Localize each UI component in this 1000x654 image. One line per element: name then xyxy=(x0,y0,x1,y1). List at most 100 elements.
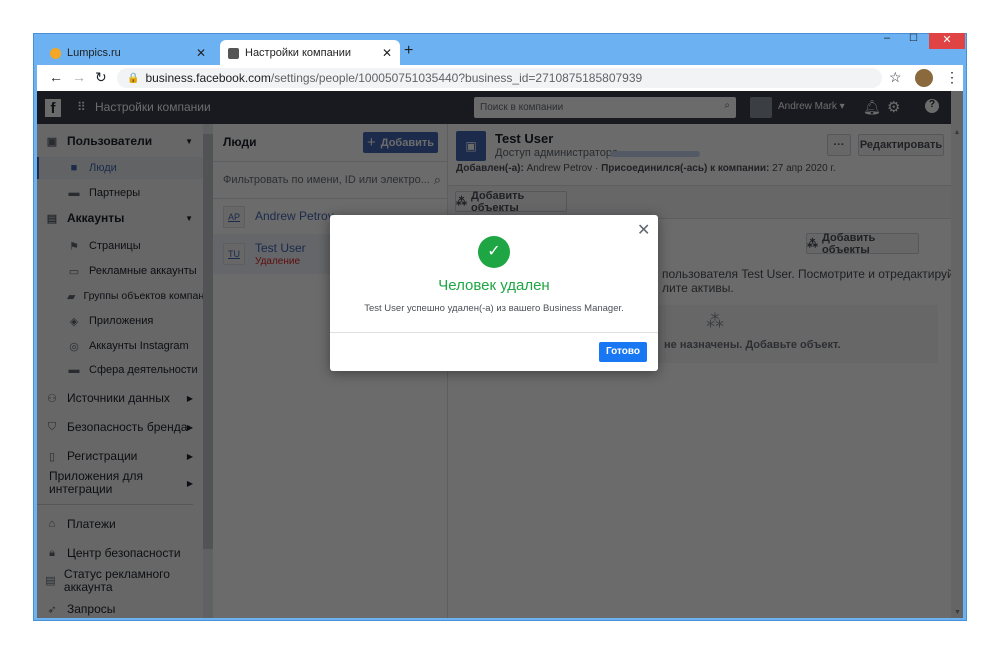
sidebar-group-registrations[interactable]: ▯ Регистрации ▶ xyxy=(37,446,203,466)
user-menu[interactable]: Andrew Mark ▾ xyxy=(778,101,845,112)
label: Добавить объекты xyxy=(471,189,525,214)
user-name: Andrew Mark xyxy=(778,101,837,112)
sidebar-item-ad-accounts[interactable]: ▭ Рекламные аккаунты xyxy=(37,261,203,281)
close-window-button[interactable]: ✕ xyxy=(929,33,965,49)
sidebar-item-people[interactable]: ■ Люди xyxy=(37,157,203,179)
label: Приложения xyxy=(89,315,154,327)
add-person-button[interactable]: + Добавить xyxy=(363,132,438,153)
minimize-button[interactable]: – xyxy=(884,32,890,44)
sidebar-link-ad-account-status[interactable]: ▤ Статус рекламного аккаунта xyxy=(37,567,187,595)
sidebar-group-integrations[interactable]: Приложения для интеграции ▶ xyxy=(37,469,193,497)
add-objects-tab-button[interactable]: ⁂ Добавить объекты xyxy=(455,189,567,214)
address-bar: ← → ↻ 🔒 business.facebook.com/settings/p… xyxy=(37,65,963,91)
sidebar-item-line-of-business[interactable]: ▬ Сфера деятельности xyxy=(37,360,203,380)
lock-icon: 🔒 xyxy=(127,72,140,84)
forward-icon[interactable]: → xyxy=(72,69,86,85)
tab-label: Настройки компании xyxy=(245,47,352,59)
help-icon[interactable]: ? xyxy=(925,99,939,113)
facebook-logo-icon[interactable]: f xyxy=(45,99,61,117)
chevron-right-icon: ▶ xyxy=(186,422,193,432)
sidebar-link-requests[interactable]: ➶ Запросы xyxy=(37,600,203,618)
sidebar-item-instagram[interactable]: ◎ Аккаунты Instagram xyxy=(37,336,203,356)
maximize-button[interactable]: ☐ xyxy=(909,33,918,44)
person-name: Andrew Petrov xyxy=(255,209,334,223)
sidebar-section-users[interactable]: ▣ Пользователи ▼ xyxy=(37,132,203,150)
joined-label: Присоединился(-ась) к компании: xyxy=(601,163,770,174)
added-by-label: Добавлен(-а): xyxy=(456,163,524,174)
divider xyxy=(330,332,658,333)
sidebar-group-data-sources[interactable]: ⚇ Источники данных ▶ xyxy=(37,388,203,408)
close-tab-icon[interactable]: ✕ xyxy=(382,46,392,60)
sidebar-item-pages[interactable]: ⚑ Страницы xyxy=(37,236,203,256)
menu-icon[interactable]: ⋮ xyxy=(945,69,959,86)
sidebar: ▣ Пользователи ▼ ■ Люди ▬ Партнеры ▤ Аккаунты… xyxy=(37,124,216,618)
page-scrollbar[interactable]: ▲ ▼ xyxy=(951,91,963,618)
sidebar-item-apps[interactable]: ◈ Приложения xyxy=(37,311,203,331)
divider xyxy=(213,161,447,162)
chevron-right-icon: ▶ xyxy=(186,393,193,403)
new-tab-button[interactable]: + xyxy=(404,42,413,60)
tab-settings[interactable]: Настройки компании ✕ xyxy=(220,40,400,66)
network-icon: ⁂ xyxy=(706,311,724,331)
star-icon[interactable]: ☆ xyxy=(889,69,902,86)
profile-avatar[interactable] xyxy=(915,69,933,87)
bell-icon[interactable]: 🔔︎ xyxy=(863,99,881,116)
company-search-input[interactable]: Поиск в компании ⌕ xyxy=(474,97,736,118)
reload-icon[interactable]: ↻ xyxy=(95,69,107,86)
label: Аккаунты Instagram xyxy=(89,340,189,352)
cube-icon: ◈ xyxy=(69,315,79,328)
business-avatar[interactable] xyxy=(750,97,772,118)
sidebar-item-partners[interactable]: ▬ Партнеры xyxy=(37,182,203,204)
url-input[interactable]: 🔒 business.facebook.com/settings/people/… xyxy=(117,68,882,88)
gear-icon[interactable]: ⚙ xyxy=(887,98,900,116)
sidebar-scrollbar[interactable] xyxy=(203,124,213,618)
removal-status: Удаление xyxy=(255,256,301,267)
label: Пользователи xyxy=(67,134,153,148)
sidebar-group-brand-safety[interactable]: ⛉ Безопасность бренда ▶ xyxy=(37,417,203,437)
ad-account-icon: ▭ xyxy=(68,265,80,278)
label: Безопасность бренда xyxy=(67,420,188,434)
people-filter-input[interactable]: Фильтровать по имени, ID или электро... ⌕ xyxy=(223,172,441,187)
favicon-icon xyxy=(228,47,239,59)
grid-icon[interactable]: ⠿ xyxy=(77,100,86,114)
label: Добавить xyxy=(380,136,435,149)
sidebar-section-accounts[interactable]: ▤ Аккаунты ▼ xyxy=(37,209,203,227)
person-detail-panel: ▣ Test User Доступ администратора Добавл… xyxy=(448,124,963,618)
label: Люди xyxy=(89,162,117,174)
add-objects-button[interactable]: ⁂ Добавить объекты xyxy=(806,231,919,256)
sidebar-link-security-center[interactable]: 🔒︎ Центр безопасности xyxy=(37,543,203,563)
done-button[interactable]: Готово xyxy=(599,342,647,362)
user-card-icon: ▣ xyxy=(456,131,486,161)
back-icon[interactable]: ← xyxy=(49,69,63,85)
tab-label: Lumpics.ru xyxy=(67,47,121,59)
url-host: business.facebook.com xyxy=(145,71,271,85)
search-icon: ⌕ xyxy=(433,172,441,187)
label: Рекламные аккаунты xyxy=(89,265,197,277)
sidebar-item-business-asset-groups[interactable]: ▰ Группы объектов компании xyxy=(37,286,216,306)
close-tab-icon[interactable]: ✕ xyxy=(196,46,206,60)
edit-button[interactable]: Редактировать xyxy=(858,134,944,156)
more-button[interactable]: ··· xyxy=(827,134,851,156)
label: Приложения для интеграции xyxy=(49,469,144,496)
tab-lumpics[interactable]: Lumpics.ru ✕ xyxy=(42,40,214,66)
flag-icon: ⚑ xyxy=(69,240,79,253)
close-icon[interactable]: ✕ xyxy=(637,220,650,240)
plus-icon: + xyxy=(366,134,376,151)
chevron-down-icon: ▼ xyxy=(185,213,193,223)
url-path: /settings/people/100050751035440?busines… xyxy=(270,71,643,85)
person-removed-dialog: ✕ ✓ Человек удален Test User успешно уда… xyxy=(330,215,658,371)
label: Партнеры xyxy=(89,187,141,199)
label: Добавить объекты xyxy=(822,231,876,256)
briefcase-icon: ▬ xyxy=(68,364,80,376)
rocket-icon: ➶ xyxy=(47,603,57,616)
header-title: Настройки компании xyxy=(95,100,211,114)
joined-date: 27 апр 2020 г. xyxy=(772,163,836,174)
added-by: Andrew Petrov xyxy=(526,163,593,174)
chevron-right-icon: ▶ xyxy=(186,478,193,488)
success-check-icon: ✓ xyxy=(478,236,510,268)
sidebar-link-payments[interactable]: ⌂ Платежи xyxy=(37,514,203,534)
shield-icon: ⛉ xyxy=(47,420,57,433)
network-icon: ⁂ xyxy=(456,196,467,208)
label: Источники данных xyxy=(67,391,170,405)
search-placeholder: Поиск в компании xyxy=(480,102,564,113)
